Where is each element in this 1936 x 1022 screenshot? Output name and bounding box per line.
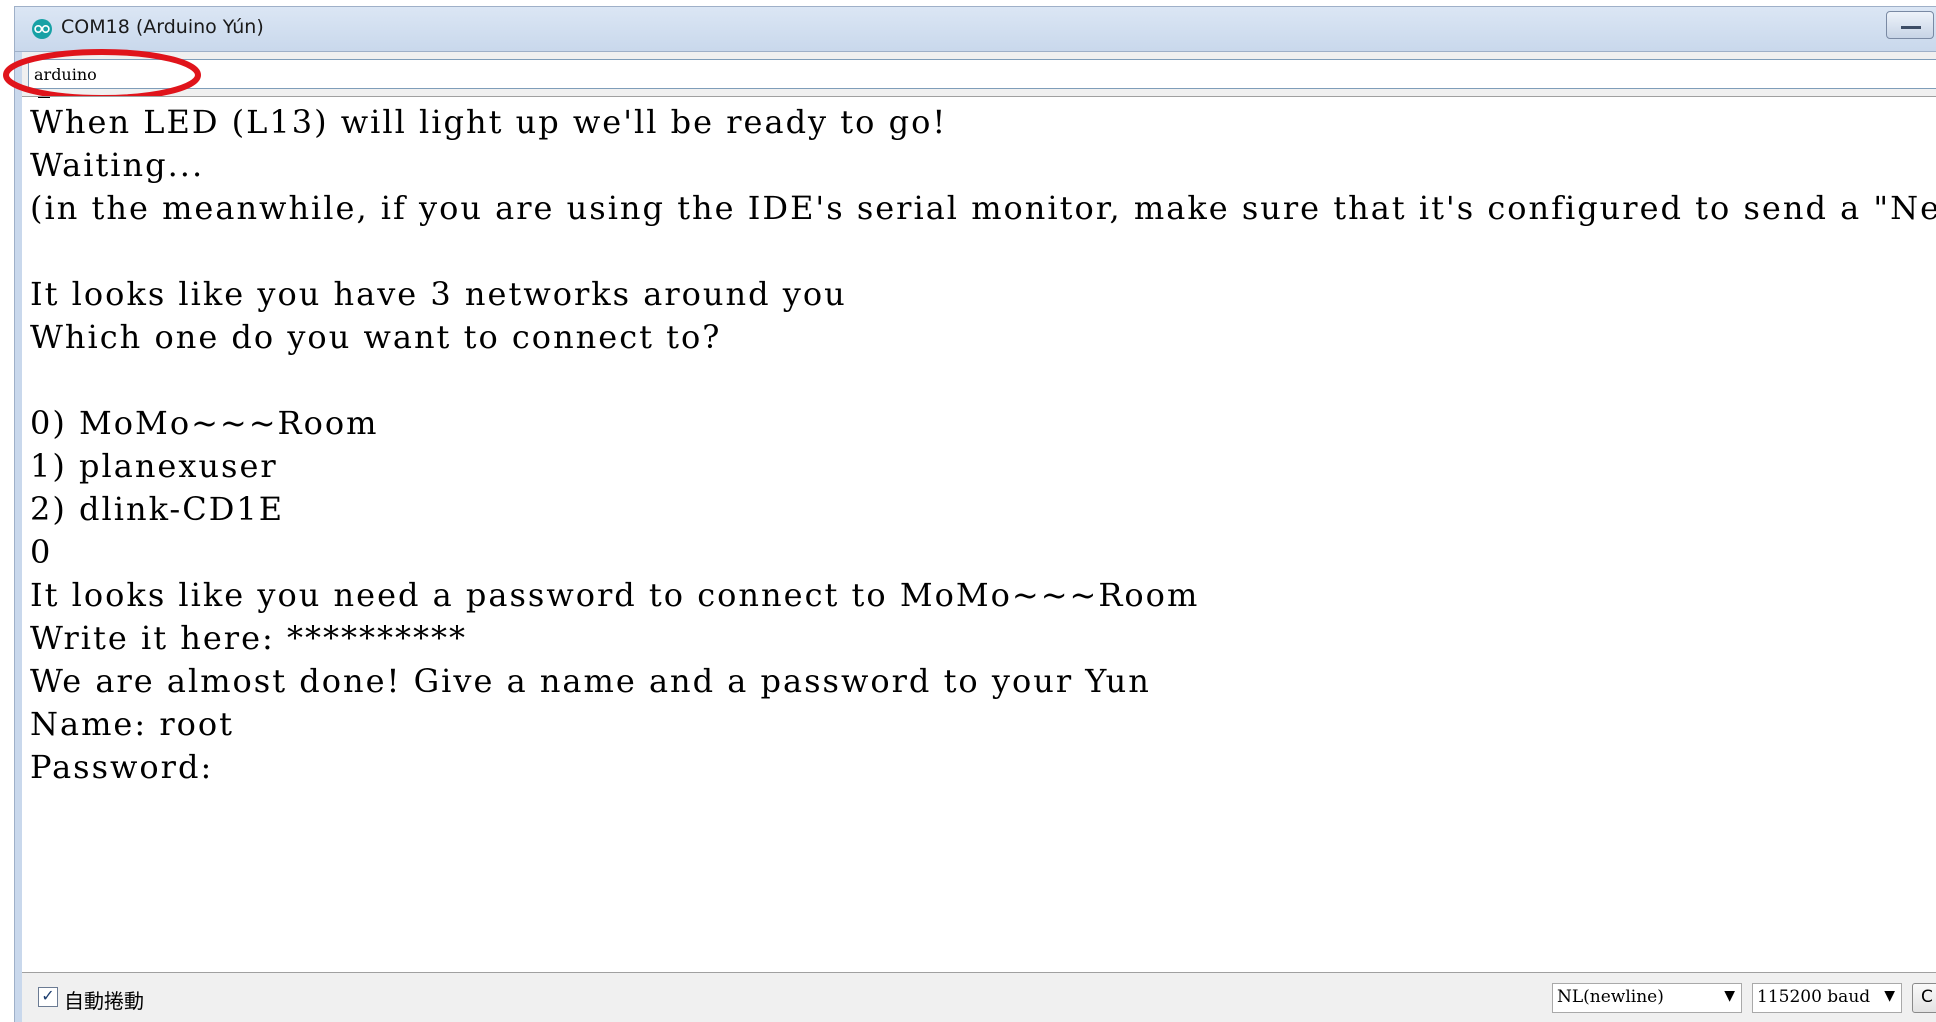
baud-rate-value: 115200 baud bbox=[1757, 987, 1871, 1007]
serial-send-input[interactable] bbox=[28, 59, 1936, 89]
console-line: 2) dlink-CD1E bbox=[30, 490, 285, 528]
checkmark-icon: ✓ bbox=[41, 988, 55, 1005]
minimize-button[interactable] bbox=[1886, 11, 1934, 39]
clear-output-label: C bbox=[1921, 987, 1933, 1007]
status-bar: ✓ 自動捲動 NL(newline) ▼ 115200 baud ▼ C bbox=[22, 972, 1936, 1022]
serial-monitor-window: COM18 (Arduino Yún) When LED (L13) will … bbox=[0, 0, 1936, 1022]
serial-output-area[interactable]: When LED (L13) will light up we'll be re… bbox=[22, 96, 1936, 972]
console-line: Which one do you want to connect to? bbox=[30, 318, 722, 356]
minimize-icon bbox=[1901, 26, 1921, 29]
window-frame-left bbox=[14, 52, 22, 1022]
chevron-down-icon: ▼ bbox=[1884, 988, 1895, 1004]
chevron-down-icon: ▼ bbox=[1724, 988, 1735, 1004]
baud-rate-select[interactable]: 115200 baud ▼ bbox=[1752, 983, 1902, 1013]
clear-output-button[interactable]: C bbox=[1912, 983, 1936, 1013]
title-bar[interactable]: COM18 (Arduino Yún) bbox=[14, 6, 1936, 52]
console-line: (in the meanwhile, if you are using the … bbox=[30, 189, 1936, 227]
autoscroll-checkbox[interactable]: ✓ bbox=[38, 987, 58, 1007]
console-line: Password: bbox=[30, 748, 214, 786]
autoscroll-label: 自動捲動 bbox=[64, 989, 144, 1013]
arduino-logo-icon bbox=[32, 19, 52, 39]
line-ending-select[interactable]: NL(newline) ▼ bbox=[1552, 983, 1742, 1013]
line-ending-value: NL(newline) bbox=[1557, 987, 1664, 1007]
send-row bbox=[22, 52, 1936, 96]
window-title: COM18 (Arduino Yún) bbox=[61, 16, 264, 38]
